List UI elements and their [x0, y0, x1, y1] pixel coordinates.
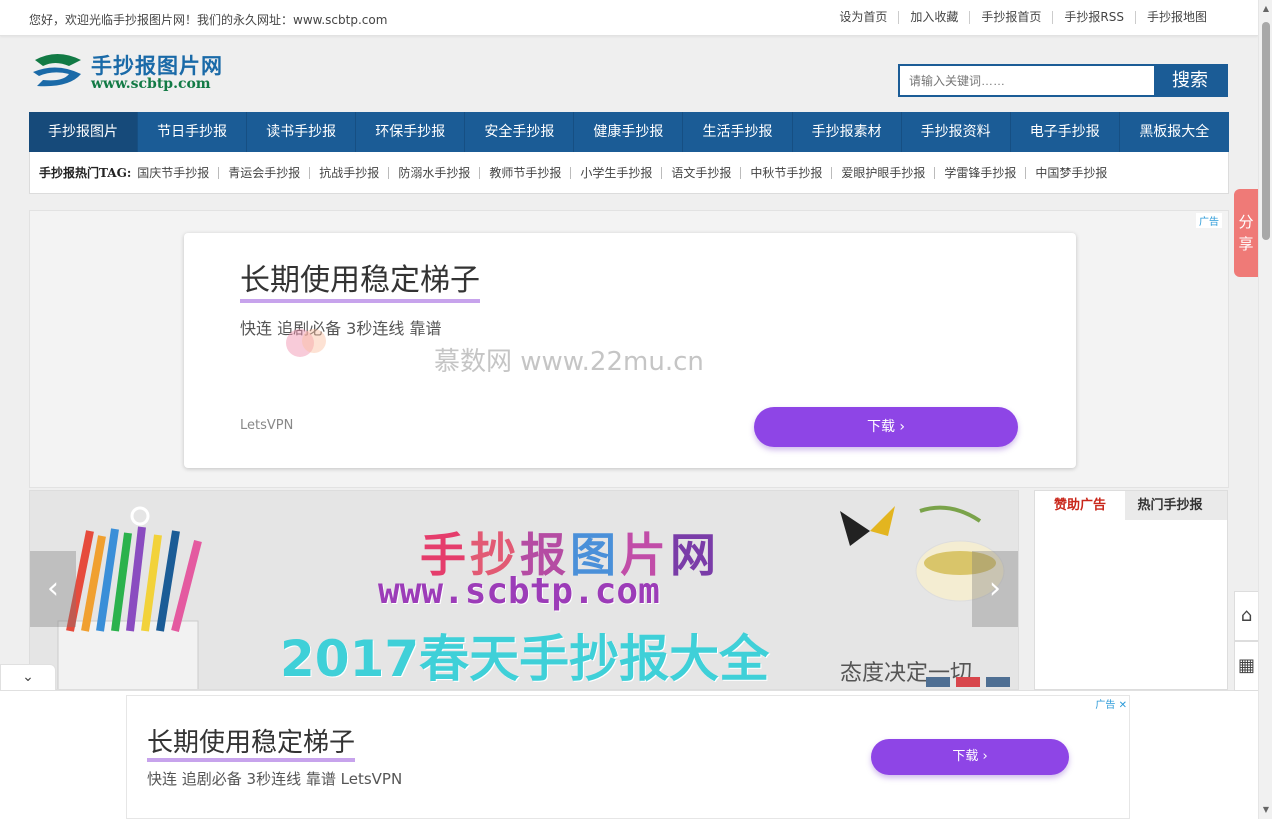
watermark-text: 慕数网 www.22mu.cn [434, 347, 704, 377]
ad-area: 广告 长期使用稳定梯子 快连 追剧必备 3秒连线 靠谱 慕数网 www.22mu… [29, 210, 1229, 488]
ad-title: 长期使用稳定梯子 [240, 263, 480, 303]
nav-item-safety[interactable]: 安全手抄报 [465, 112, 575, 152]
banner-url: www.scbtp.com [378, 571, 660, 612]
tab-sponsored[interactable]: 赞助广告 [1035, 491, 1125, 520]
home-float-button[interactable]: ⌂ [1234, 591, 1258, 641]
tag-link[interactable]: 教师节手抄报 [479, 166, 570, 179]
top-link-set-home[interactable]: 设为首页 [828, 11, 898, 24]
home-icon: ⌂ [1240, 605, 1253, 626]
bottom-ad-download-label: 下载 [952, 749, 979, 764]
tag-link[interactable]: 小学生手抄报 [570, 166, 661, 179]
bottom-ad-label[interactable]: 广告 ✕ [1095, 696, 1127, 711]
search-box: 搜索 [898, 64, 1228, 97]
ad-brand: LetsVPN [240, 418, 294, 433]
banner-dot-active[interactable] [956, 677, 980, 687]
tag-link[interactable]: 防溺水手抄报 [388, 166, 479, 179]
collapse-ad-button[interactable]: ⌄ [0, 664, 56, 690]
chevron-right-icon: › [899, 419, 906, 435]
side-tabs: 赞助广告 热门手抄报 [1035, 491, 1227, 520]
nav-item-reading[interactable]: 读书手抄报 [247, 112, 357, 152]
banner-dot[interactable] [986, 677, 1010, 687]
banner-headline: 2017春天手抄报大全 [280, 630, 770, 688]
tag-link[interactable]: 爱眼护眼手抄报 [831, 166, 934, 179]
banner-dot[interactable] [926, 677, 950, 687]
search-input[interactable] [900, 66, 1156, 95]
bottom-ad-subtitle: 快连 追剧必备 3秒连线 靠谱 LetsVPN [147, 770, 403, 788]
banner-prev-button[interactable]: ‹ [30, 551, 76, 627]
tag-link[interactable]: 中国梦手抄报 [1025, 166, 1116, 179]
nav-item-blackboard[interactable]: 黑板报大全 [1120, 112, 1229, 152]
logo-mark-icon [33, 54, 81, 87]
top-link-sitemap[interactable]: 手抄报地图 [1134, 11, 1218, 24]
ad-download-label: 下载 [866, 419, 895, 435]
bottom-ad-title: 长期使用稳定梯子 [147, 728, 356, 762]
nav-item-health[interactable]: 健康手抄报 [574, 112, 684, 152]
search-button[interactable]: 搜索 [1154, 66, 1226, 95]
tag-link[interactable]: 语文手抄报 [661, 166, 740, 179]
bottom-ad-download-button[interactable]: 下载 › [871, 739, 1069, 775]
chevron-right-icon: › [989, 571, 1001, 606]
page-scrollbar[interactable]: ▲ ▼ [1258, 0, 1272, 819]
hero-banner[interactable]: 手抄报图片网 www.scbtp.com 2017春天手抄报大全 态度决定一切 … [29, 490, 1019, 690]
ad-card[interactable]: 长期使用稳定梯子 快连 追剧必备 3秒连线 靠谱 慕数网 www.22mu.cn… [184, 233, 1076, 468]
tag-link[interactable]: 抗战手抄报 [309, 166, 388, 179]
nav-item-materials[interactable]: 手抄报素材 [793, 112, 902, 152]
ad-label[interactable]: 广告 [1196, 213, 1222, 228]
nav-item-resources[interactable]: 手抄报资料 [902, 112, 1011, 152]
scroll-down-icon[interactable]: ▼ [1259, 803, 1272, 817]
banner-pagination [926, 677, 1016, 687]
ad-download-button[interactable]: 下载 › [754, 407, 1018, 447]
nav-item-electronic[interactable]: 电子手抄报 [1011, 112, 1120, 152]
nav-item-life[interactable]: 生活手抄报 [683, 112, 793, 152]
tag-link[interactable]: 学雷锋手抄报 [934, 166, 1025, 179]
top-link-favorite[interactable]: 加入收藏 [898, 11, 969, 24]
close-icon[interactable]: ✕ [1119, 700, 1127, 711]
nav-item-pictures[interactable]: 手抄报图片 [29, 112, 139, 152]
chevron-down-icon: ⌄ [22, 669, 34, 685]
tag-link[interactable]: 国庆节手抄报 [137, 167, 218, 179]
top-links: 设为首页 加入收藏 手抄报首页 手抄报RSS 手抄报地图 [828, 11, 1218, 24]
top-link-rss[interactable]: 手抄报RSS [1052, 11, 1135, 24]
tag-link[interactable]: 中秋节手抄报 [740, 166, 831, 179]
top-bar: 您好，欢迎光临手抄报图片网！我们的永久网址：www.scbtp.com 设为首页… [0, 0, 1258, 36]
nav-item-festival[interactable]: 节日手抄报 [138, 112, 248, 152]
watermark-logo-icon [286, 329, 326, 357]
hot-tags-bar: 手抄报热门TAG: 国庆节手抄报 青运会手抄报 抗战手抄报 防溺水手抄报 教师节… [29, 152, 1229, 194]
welcome-text: 您好，欢迎光临手抄报图片网！我们的永久网址：www.scbtp.com [29, 13, 388, 27]
qrcode-icon: ▦ [1237, 655, 1255, 676]
tag-link[interactable]: 青运会手抄报 [218, 166, 309, 179]
bottom-ad-bar: 广告 ✕ 长期使用稳定梯子 快连 追剧必备 3秒连线 靠谱 LetsVPN 下载… [0, 690, 1258, 819]
nav-item-environment[interactable]: 环保手抄报 [356, 112, 466, 152]
scrollbar-thumb[interactable] [1262, 22, 1270, 240]
qrcode-float-button[interactable]: ▦ [1234, 641, 1258, 691]
top-link-home[interactable]: 手抄报首页 [969, 11, 1052, 24]
chevron-right-icon: › [982, 749, 988, 764]
banner-next-button[interactable]: › [972, 551, 1018, 627]
tab-hot[interactable]: 热门手抄报 [1125, 491, 1215, 520]
site-logo[interactable]: 手抄报图片网 www.scbtp.com [29, 50, 249, 94]
ad-subtitle: 快连 追剧必备 3秒连线 靠谱 [240, 319, 442, 338]
hot-tags-label: 手抄报热门TAG: [39, 166, 132, 180]
share-button[interactable]: 分享 [1234, 189, 1258, 277]
side-panel: 赞助广告 热门手抄报 [1034, 490, 1228, 690]
logo-url: www.scbtp.com [91, 76, 211, 92]
bottom-ad-card[interactable]: 广告 ✕ 长期使用稳定梯子 快连 追剧必备 3秒连线 靠谱 LetsVPN 下载… [126, 695, 1130, 819]
main-nav: 手抄报图片 节日手抄报 读书手抄报 环保手抄报 安全手抄报 健康手抄报 生活手抄… [29, 112, 1229, 152]
scroll-up-icon[interactable]: ▲ [1259, 2, 1272, 16]
chevron-left-icon: ‹ [47, 571, 59, 606]
